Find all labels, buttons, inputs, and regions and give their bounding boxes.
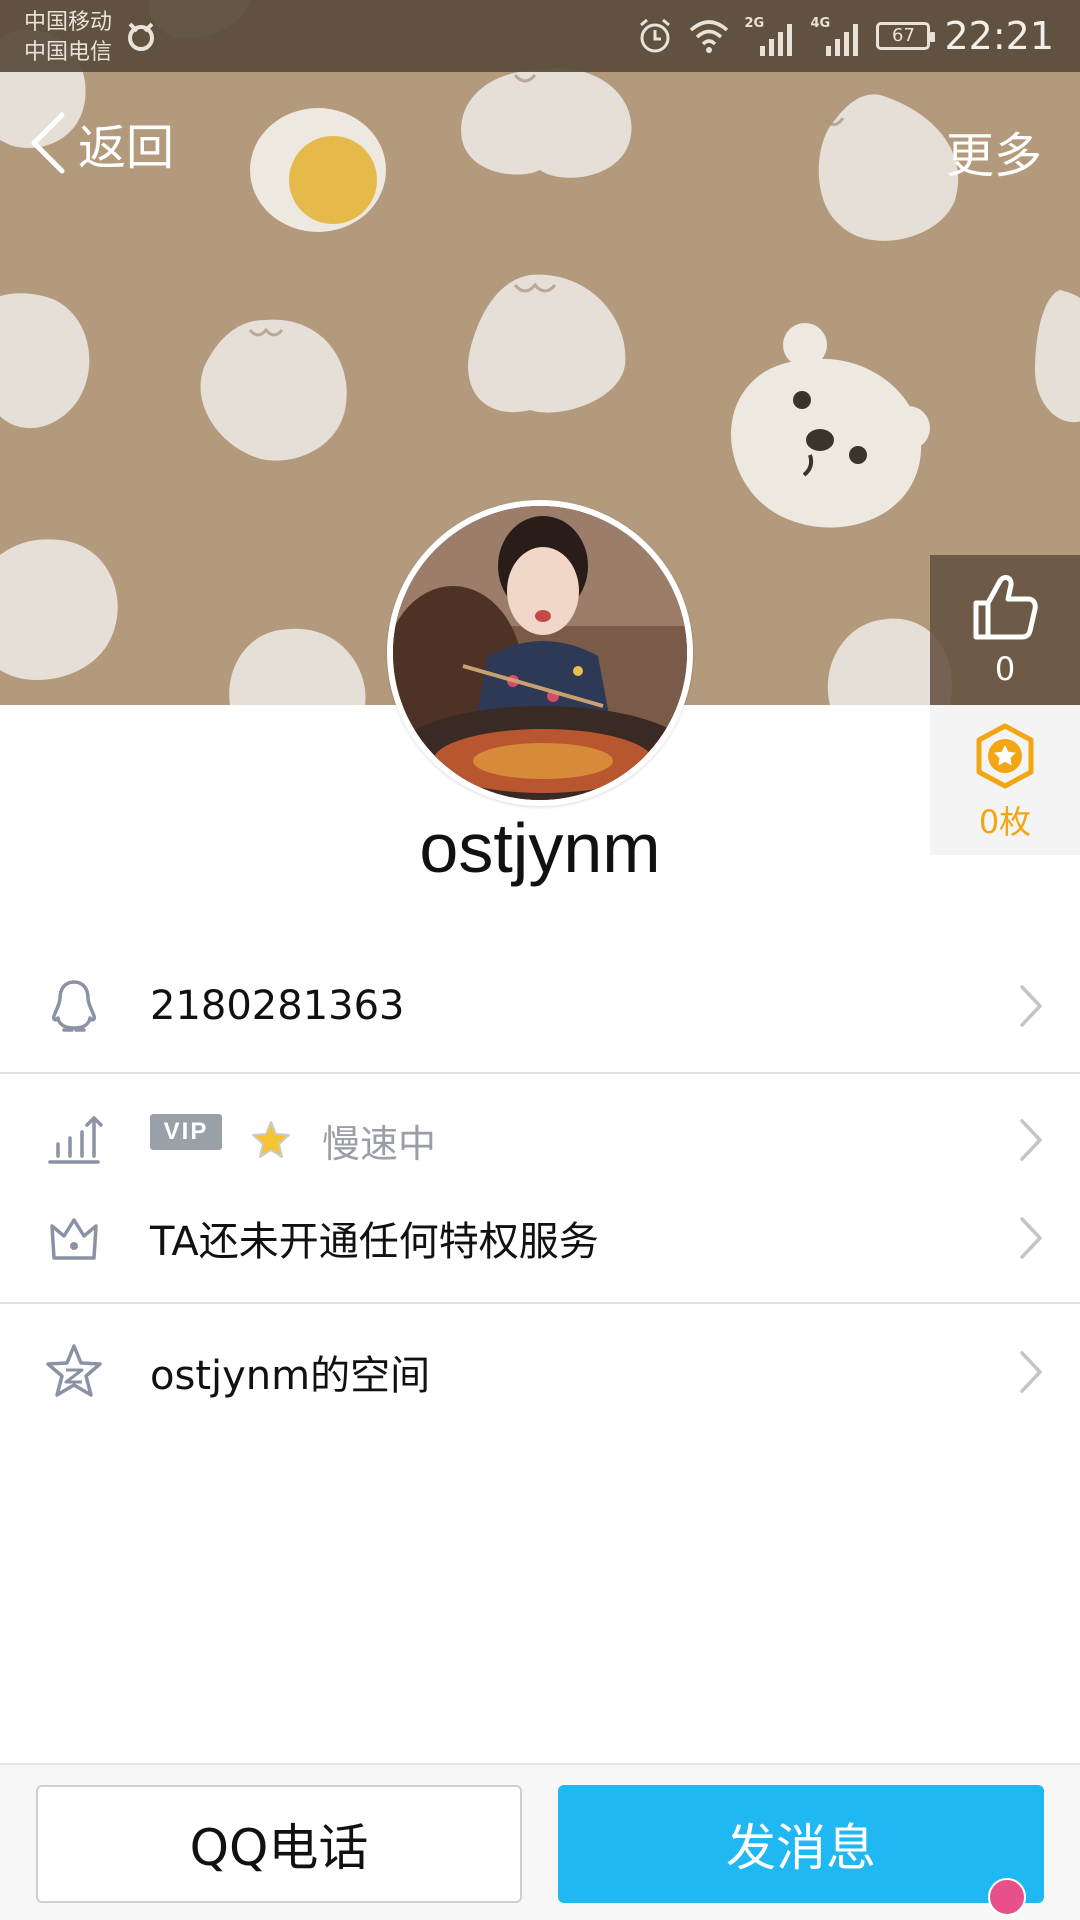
chevron-right-icon (1020, 985, 1042, 1027)
carrier-1: 中国移动 (24, 10, 113, 35)
avatar[interactable] (387, 500, 693, 806)
signal-bars-icon (826, 24, 859, 56)
status-icons: 2G 4G 67 22:21 (636, 12, 1054, 60)
back-button[interactable]: 返回 (28, 108, 174, 178)
vip-level-row[interactable]: VIP 慢速中 (0, 1092, 1080, 1188)
bottom-action-bar: QQ电话 发消息 (0, 1763, 1080, 1920)
signal-4g: 4G (810, 16, 862, 56)
like-button[interactable]: 0 (930, 555, 1080, 705)
thumbs-up-icon (973, 575, 1038, 640)
clock: 22:21 (944, 14, 1054, 58)
level-chart-icon (48, 1116, 103, 1164)
crown-icon (50, 1218, 98, 1260)
carrier-2: 中国电信 (24, 40, 113, 65)
vip-status: 慢速中 (322, 1121, 437, 1166)
send-message-button[interactable]: 发消息 (558, 1785, 1044, 1903)
divider (0, 1302, 1080, 1304)
divider (0, 1072, 1080, 1074)
qzone-label: ostjynm的空间 (150, 1353, 431, 1399)
like-count: 0 (994, 650, 1016, 688)
status-bar: 中国移动 中国电信 2G 4G 67 22:21 (0, 0, 1080, 72)
chevron-right-icon (1020, 1217, 1042, 1259)
chevron-left-icon (31, 112, 65, 174)
vip-badge: VIP (150, 1114, 222, 1150)
username: ostjynm (419, 809, 661, 887)
avatar-image (393, 506, 687, 800)
star-icon (252, 1121, 290, 1158)
wifi-icon (690, 20, 729, 53)
signal-bars-icon (760, 24, 793, 56)
star-badge-icon (976, 723, 1034, 789)
qq-number-row[interactable]: 2180281363 (0, 958, 1080, 1054)
notification-icon (128, 22, 154, 51)
chevron-right-icon (1020, 1119, 1042, 1161)
more-button[interactable]: 更多 (946, 116, 1042, 186)
qq-number: 2180281363 (150, 983, 405, 1029)
qzone-star-icon (46, 1344, 102, 1397)
qzone-row[interactable]: ostjynm的空间 (0, 1324, 1080, 1420)
chevron-right-icon (1020, 1351, 1042, 1393)
privilege-text: TA还未开通任何特权服务 (150, 1219, 599, 1265)
carrier-info: 中国移动 中国电信 (24, 8, 112, 68)
battery-indicator: 67 (876, 22, 936, 50)
back-label: 返回 (78, 120, 175, 176)
alarm-icon (640, 18, 671, 53)
floating-app-icon[interactable] (988, 1878, 1026, 1916)
qq-call-button[interactable]: QQ电话 (36, 1785, 522, 1903)
privilege-row[interactable]: TA还未开通任何特权服务 (0, 1190, 1080, 1286)
penguin-icon (52, 980, 96, 1032)
signal-2g: 2G (744, 16, 796, 56)
